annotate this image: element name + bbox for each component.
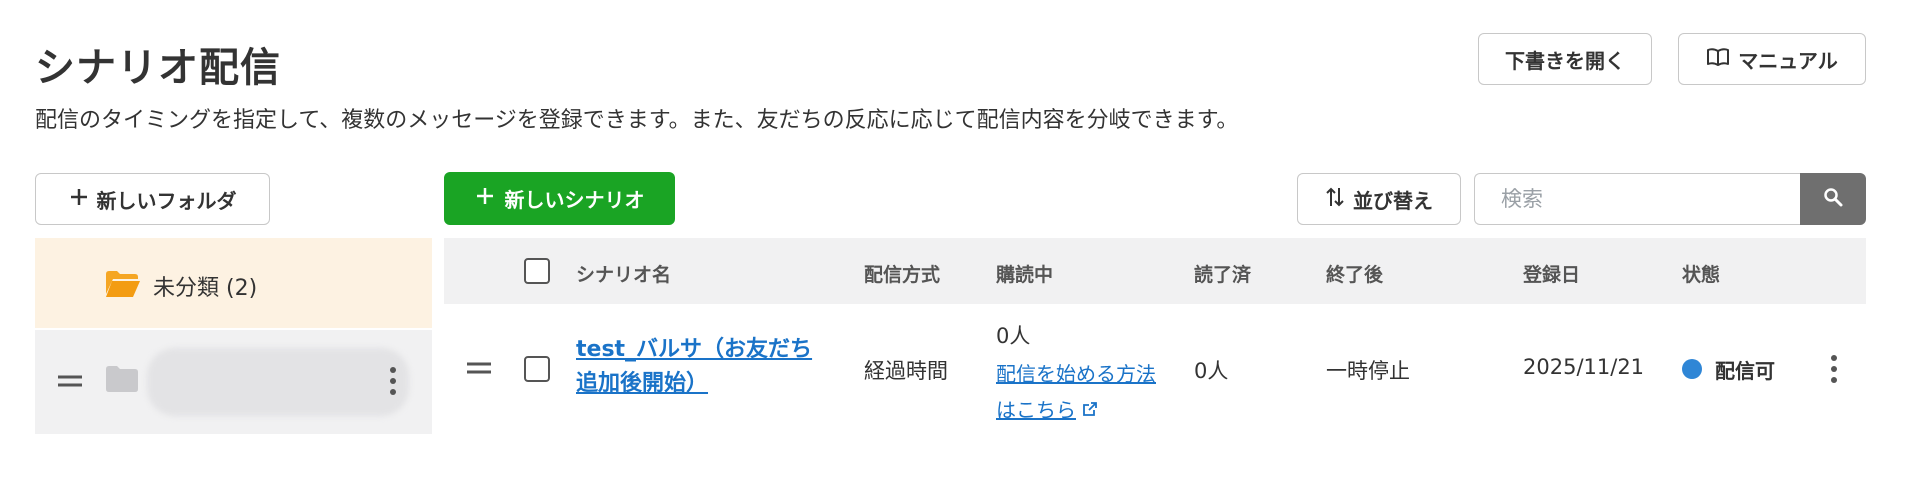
- new-scenario-button[interactable]: 新しいシナリオ: [444, 172, 675, 225]
- more-options-icon[interactable]: [389, 366, 397, 400]
- status-dot-icon: [1682, 359, 1702, 379]
- after-end-action: 一時停止: [1326, 359, 1410, 383]
- drag-handle-icon[interactable]: [57, 373, 83, 392]
- folder-icon: [105, 365, 139, 397]
- scenario-name-link[interactable]: test_バルサ（お友だち 追加後開始）: [576, 333, 812, 401]
- sort-icon: [1325, 186, 1345, 213]
- subscriber-count: 0人: [996, 324, 1031, 348]
- external-link-icon: [1082, 392, 1098, 428]
- row-checkbox[interactable]: [524, 356, 550, 382]
- sidebar-item-uncategorized[interactable]: 未分類 (2): [35, 238, 432, 328]
- search-input[interactable]: [1474, 173, 1802, 225]
- search-box: [1474, 173, 1866, 225]
- new-folder-label: 新しいフォルダ: [96, 188, 237, 213]
- how-to-start-line: はこちら: [996, 398, 1076, 422]
- new-scenario-label: 新しいシナリオ: [504, 188, 645, 212]
- redacted-folder-name: [147, 348, 409, 416]
- plus-icon: [69, 187, 89, 212]
- search-button[interactable]: [1800, 173, 1866, 225]
- manual-button[interactable]: マニュアル: [1678, 33, 1866, 85]
- delivery-method: 経過時間: [864, 359, 948, 383]
- how-to-start-link[interactable]: 配信を始める方法 はこちら: [996, 356, 1156, 428]
- table-row: test_バルサ（お友だち 追加後開始） 経過時間 0人 配信を始める方法 はこ…: [444, 304, 1866, 434]
- page-title: シナリオ配信: [35, 45, 281, 91]
- sidebar-item-label: 未分類 (2): [153, 276, 258, 301]
- registered-date: 2025/11/21: [1523, 355, 1645, 379]
- new-folder-button[interactable]: 新しいフォルダ: [35, 173, 270, 225]
- book-icon: [1706, 47, 1730, 72]
- column-header-status: 状態: [1682, 264, 1721, 286]
- select-all-checkbox[interactable]: [524, 258, 550, 284]
- scenario-name-line: 追加後開始）: [576, 371, 709, 396]
- column-header-method: 配信方式: [864, 264, 941, 286]
- plus-icon: [475, 186, 495, 211]
- open-draft-label: 下書きを開く: [1505, 48, 1625, 73]
- sort-button[interactable]: 並び替え: [1297, 173, 1461, 225]
- drag-handle-icon[interactable]: [466, 360, 492, 379]
- manual-label: マニュアル: [1738, 48, 1838, 73]
- read-count: 0人: [1194, 359, 1229, 383]
- table-header: シナリオ名 配信方式 購読中 読了済 終了後 登録日 状態: [444, 238, 1866, 304]
- search-icon: [1822, 186, 1844, 212]
- column-header-name: シナリオ名: [576, 264, 672, 286]
- scenario-name-line: test_バルサ（お友だち: [576, 337, 813, 362]
- how-to-start-line: 配信を始める方法: [996, 362, 1156, 386]
- column-header-subscribers: 購読中: [996, 264, 1054, 286]
- column-header-registered: 登録日: [1523, 264, 1581, 286]
- open-draft-button[interactable]: 下書きを開く: [1478, 33, 1652, 85]
- folder-open-icon: [105, 270, 141, 302]
- sidebar-item-folder[interactable]: [35, 330, 432, 434]
- more-options-icon[interactable]: [1830, 354, 1838, 388]
- column-header-read: 読了済: [1194, 264, 1252, 286]
- column-header-after-end: 終了後: [1326, 264, 1384, 286]
- page-description: 配信のタイミングを指定して、複数のメッセージを登録できます。また、友だちの反応に…: [35, 108, 1239, 133]
- sort-label: 並び替え: [1353, 188, 1433, 213]
- status-badge: 配信可: [1715, 359, 1775, 383]
